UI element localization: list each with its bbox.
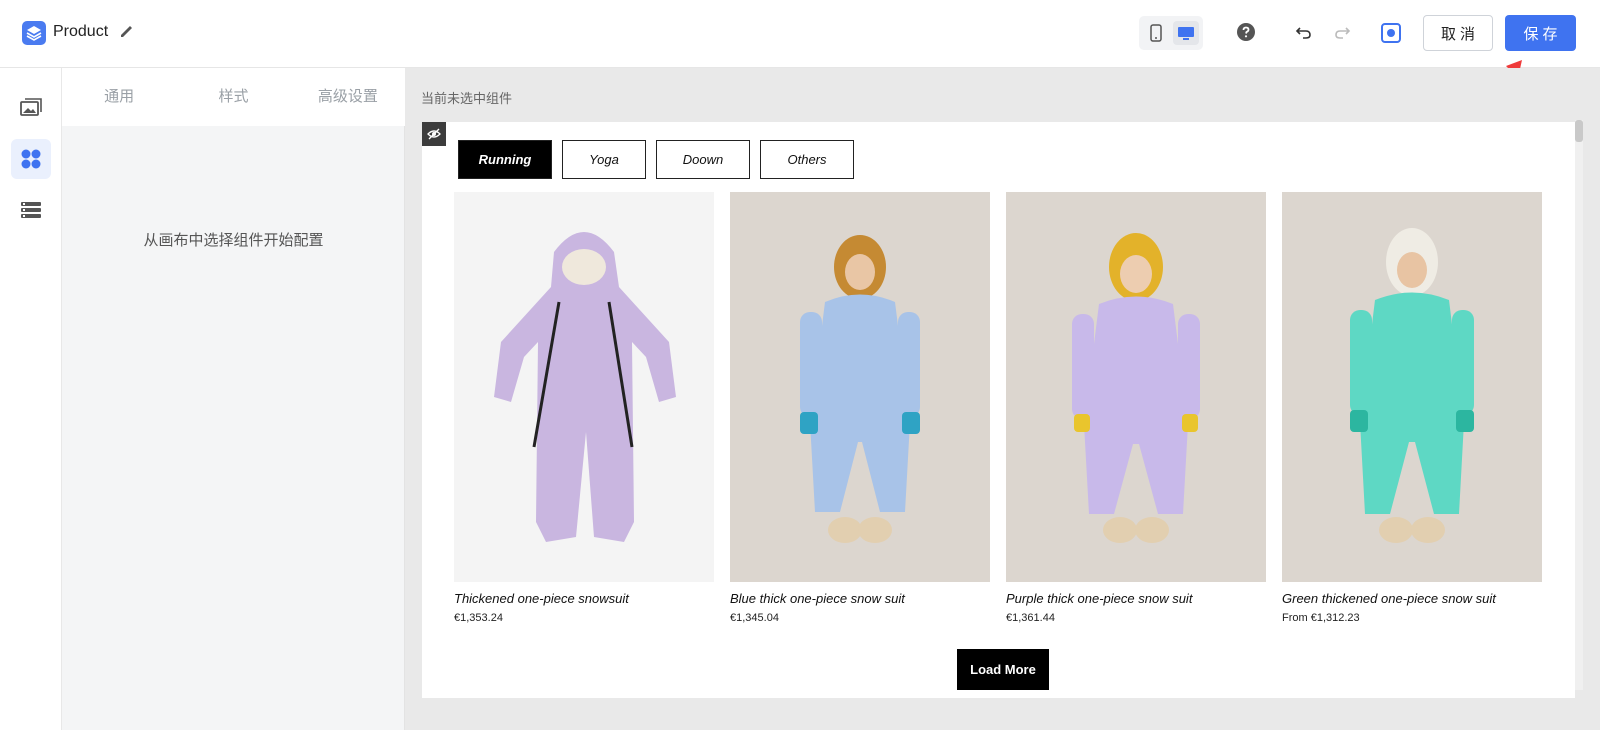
desktop-icon	[1178, 27, 1194, 40]
components-icon	[21, 149, 41, 169]
product-card[interactable]: Blue thick one-piece snow suit €1,345.04	[730, 192, 990, 624]
rail-item-components[interactable]	[11, 139, 51, 179]
category-tab-yoga[interactable]: Yoga	[562, 140, 646, 179]
pencil-edit-icon[interactable]	[118, 22, 136, 40]
selection-status: 当前未选中组件	[421, 91, 513, 106]
product-image	[730, 192, 990, 582]
category-tab-others[interactable]: Others	[760, 140, 854, 179]
product-card[interactable]: Thickened one-piece snowsuit €1,353.24	[454, 192, 714, 624]
editor-canvas: 当前未选中组件 Running Yoga Doown Others Thicke…	[405, 68, 1600, 730]
product-grid: Thickened one-piece snowsuit €1,353.24 B…	[454, 192, 1542, 624]
category-tab-doown[interactable]: Doown	[656, 140, 750, 179]
product-price: €1,345.04	[730, 612, 779, 624]
category-tab-running[interactable]: Running	[458, 140, 552, 179]
config-panel: 通用 样式 高级设置 从画布中选择组件开始配置	[62, 68, 405, 730]
product-title: Thickened one-piece snowsuit	[454, 591, 629, 606]
rail-item-layers[interactable]	[11, 190, 51, 230]
product-title: Green thickened one-piece snow suit	[1282, 591, 1496, 606]
device-toggle	[1139, 16, 1203, 50]
eye-hidden-icon	[427, 128, 441, 140]
layers-logo-icon	[22, 21, 46, 45]
redo-icon[interactable]	[1332, 22, 1352, 42]
product-image	[454, 192, 714, 582]
tab-style[interactable]: 样式	[176, 68, 290, 126]
visibility-toggle[interactable]	[422, 122, 446, 146]
product-title: Purple thick one-piece snow suit	[1006, 591, 1193, 606]
canvas-scrollbar[interactable]	[1575, 120, 1583, 690]
list-layers-icon	[21, 202, 41, 218]
preview-icon[interactable]	[1380, 22, 1402, 44]
product-title: Blue thick one-piece snow suit	[730, 591, 905, 606]
preview-frame: Running Yoga Doown Others Thickened one-…	[422, 122, 1575, 698]
save-button[interactable]: 保存	[1505, 15, 1576, 51]
product-image	[1006, 192, 1266, 582]
product-card[interactable]: Purple thick one-piece snow suit €1,361.…	[1006, 192, 1266, 624]
product-card[interactable]: Green thickened one-piece snow suit From…	[1282, 192, 1542, 624]
tab-general[interactable]: 通用	[62, 68, 176, 126]
mobile-view-button[interactable]	[1143, 21, 1169, 45]
desktop-view-button[interactable]	[1173, 21, 1199, 45]
scrollbar-thumb[interactable]	[1575, 120, 1583, 142]
product-price: From €1,312.23	[1282, 612, 1360, 624]
tab-advanced[interactable]: 高级设置	[291, 68, 405, 126]
page-title: Product	[53, 23, 109, 40]
product-image	[1282, 192, 1542, 582]
image-gallery-icon	[20, 98, 42, 116]
help-icon[interactable]	[1236, 22, 1256, 42]
product-price: €1,353.24	[454, 612, 503, 624]
cancel-button[interactable]: 取消	[1423, 15, 1493, 51]
empty-state-hint: 从画布中选择组件开始配置	[143, 232, 324, 249]
undo-icon[interactable]	[1294, 22, 1314, 42]
product-price: €1,361.44	[1006, 612, 1055, 624]
top-bar: Product 取消 保存	[0, 0, 1600, 68]
icon-rail	[0, 68, 62, 730]
load-more-button[interactable]: Load More	[957, 649, 1049, 690]
mobile-icon	[1150, 24, 1162, 42]
config-tabs: 通用 样式 高级设置	[62, 68, 405, 126]
rail-item-media[interactable]	[11, 88, 51, 128]
category-tabs: Running Yoga Doown Others	[458, 140, 854, 179]
